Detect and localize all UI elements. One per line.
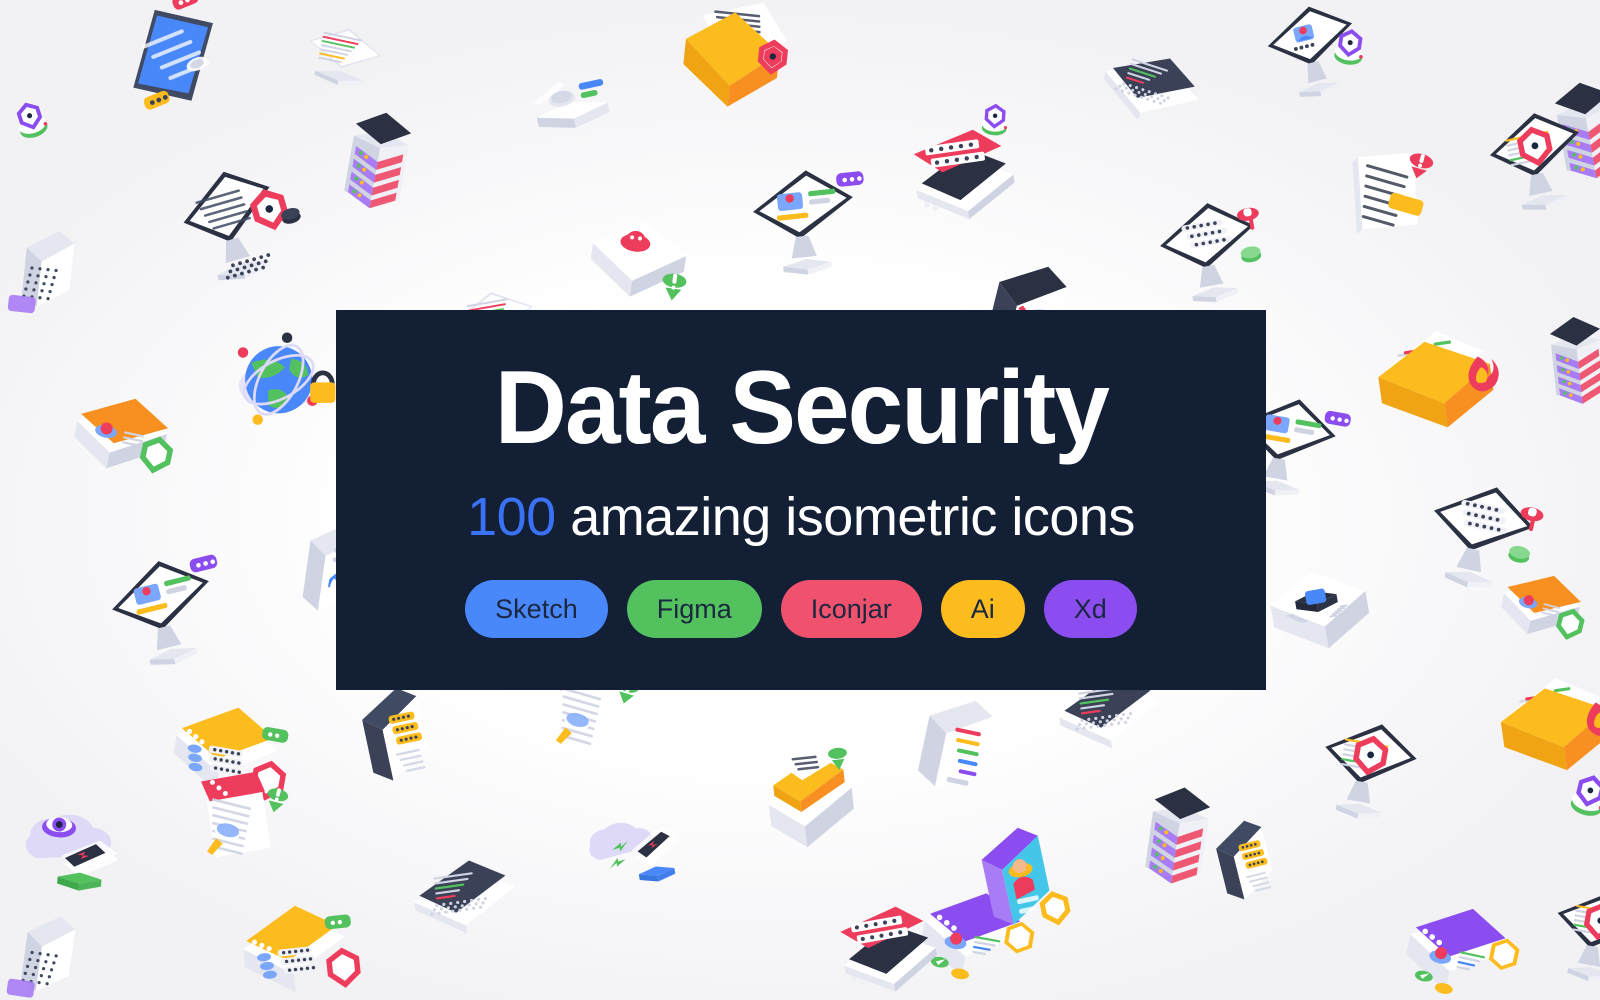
badge-sketch[interactable]: Sketch [465,580,608,638]
shield-lock-badge-icon [1326,19,1374,69]
calendar-binary-icon [1316,117,1455,263]
laptop-keyboard-lock-icon [1077,16,1224,145]
monitor-dashboard-icon [736,156,879,290]
tablet-chart-icon [889,675,1017,814]
server-side-icon [1529,302,1600,418]
card-payment-lock-icon [1479,557,1595,667]
laptop-shield-icon [815,888,955,1000]
folder-firewall-icon [1355,305,1514,450]
badge-label: Sketch [495,593,578,624]
monitor-shield-lock-icon [1301,705,1438,834]
bug-email-icon [568,197,702,323]
server-documents-icon [320,93,435,228]
poster-canvas: Data Security 100 amazing isometric icon… [0,0,1600,1000]
monitor-shield-red-icon [1470,94,1600,227]
shield-small-icon [3,89,57,145]
browser-user-list-icon [225,894,366,1000]
badge-label: Xd [1073,593,1107,624]
tablet-fingerprint-icon [102,0,249,136]
badge-label: Figma [656,593,732,624]
phone-sync-icon [569,784,700,911]
shield-cloud-icon [975,96,1015,138]
monitor-password-key-icon [1141,185,1284,320]
badge-ai[interactable]: Ai [940,580,1025,638]
encrypted-email-icon [656,0,805,122]
hero-card: Data Security 100 amazing isometric icon… [336,310,1266,690]
monitor-warning-icon [1535,874,1600,997]
laptops-pair-icon [389,831,532,948]
phone-sim-icon [0,217,91,328]
monitor-binary-lock-icon [156,141,325,310]
cloud-lock-icon [0,776,134,910]
fingerprint-scanner-icon [505,46,634,153]
icon-count: 100 [467,487,556,547]
badge-label: Iconjar [810,593,892,624]
page-title: Data Security [494,350,1109,466]
folder-chip-icon [1246,540,1383,669]
tablet-password-icon [334,671,452,808]
vpn-profile-icon [1379,878,1531,1000]
hero-subtitle: 100 amazing isometric icons [467,486,1135,548]
mobile-email-secure-icon [736,735,880,874]
hero-subtitle-text: amazing isometric icons [555,487,1135,547]
globe-lock-icon [222,327,348,443]
badge-figma[interactable]: Figma [626,580,762,638]
badge-iconjar[interactable]: Iconjar [780,580,922,638]
format-badge-row: Sketch Figma Iconjar Ai Xd [465,580,1137,638]
monitor-browser-lock-icon [89,538,246,687]
card-person-shield-icon [50,379,184,506]
tablet-id-icon [1191,806,1294,925]
badge-xd[interactable]: Xd [1043,580,1137,638]
phone-lock-green-icon [0,901,92,1000]
badge-label: Ai [970,593,995,624]
document-list-icon [290,0,399,101]
